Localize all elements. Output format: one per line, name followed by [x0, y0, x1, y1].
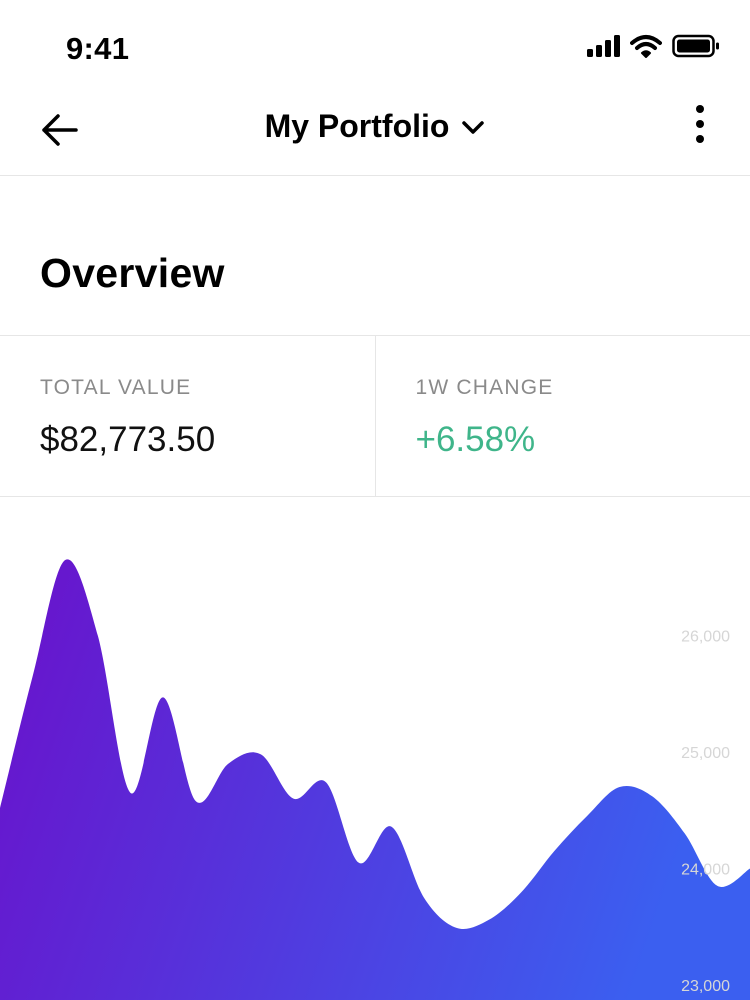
status-time: 9:41 — [66, 31, 130, 66]
change-stat: 1W CHANGE +6.58% — [374, 336, 750, 496]
more-vertical-icon — [696, 105, 704, 143]
change-value: +6.58% — [415, 420, 536, 459]
total-value-label: TOTAL VALUE — [40, 376, 192, 399]
y-tick-label: 26,000 — [681, 629, 730, 646]
page-title: My Portfolio — [264, 108, 450, 144]
stats-row: TOTAL VALUE $82,773.50 1W CHANGE +6.58% — [0, 335, 750, 497]
change-label: 1W CHANGE — [415, 376, 554, 399]
portfolio-selector[interactable]: My Portfolio — [265, 108, 486, 145]
more-options-button[interactable] — [688, 104, 712, 148]
portfolio-value-area — [0, 559, 750, 1000]
chevron-down-icon — [462, 120, 485, 134]
wifi-icon — [630, 34, 662, 58]
nav-bar: My Portfolio — [0, 90, 750, 176]
y-tick-label: 25,000 — [681, 745, 730, 762]
total-value-stat: TOTAL VALUE $82,773.50 — [0, 336, 375, 496]
y-tick-label: 23,000 — [681, 978, 730, 995]
section-title: Overview — [40, 250, 225, 296]
status-bar: 9:41 — [0, 0, 750, 90]
chart-svg: 26,000 25,000 24,000 23,000 — [0, 559, 750, 1000]
y-tick-label: 24,000 — [681, 861, 730, 878]
portfolio-chart: 26,000 25,000 24,000 23,000 — [0, 496, 750, 1000]
nav-title-area: My Portfolio — [0, 108, 750, 145]
status-icons — [587, 34, 720, 58]
cellular-signal-icon — [587, 35, 620, 57]
battery-icon — [672, 34, 720, 58]
total-value: $82,773.50 — [40, 420, 216, 459]
